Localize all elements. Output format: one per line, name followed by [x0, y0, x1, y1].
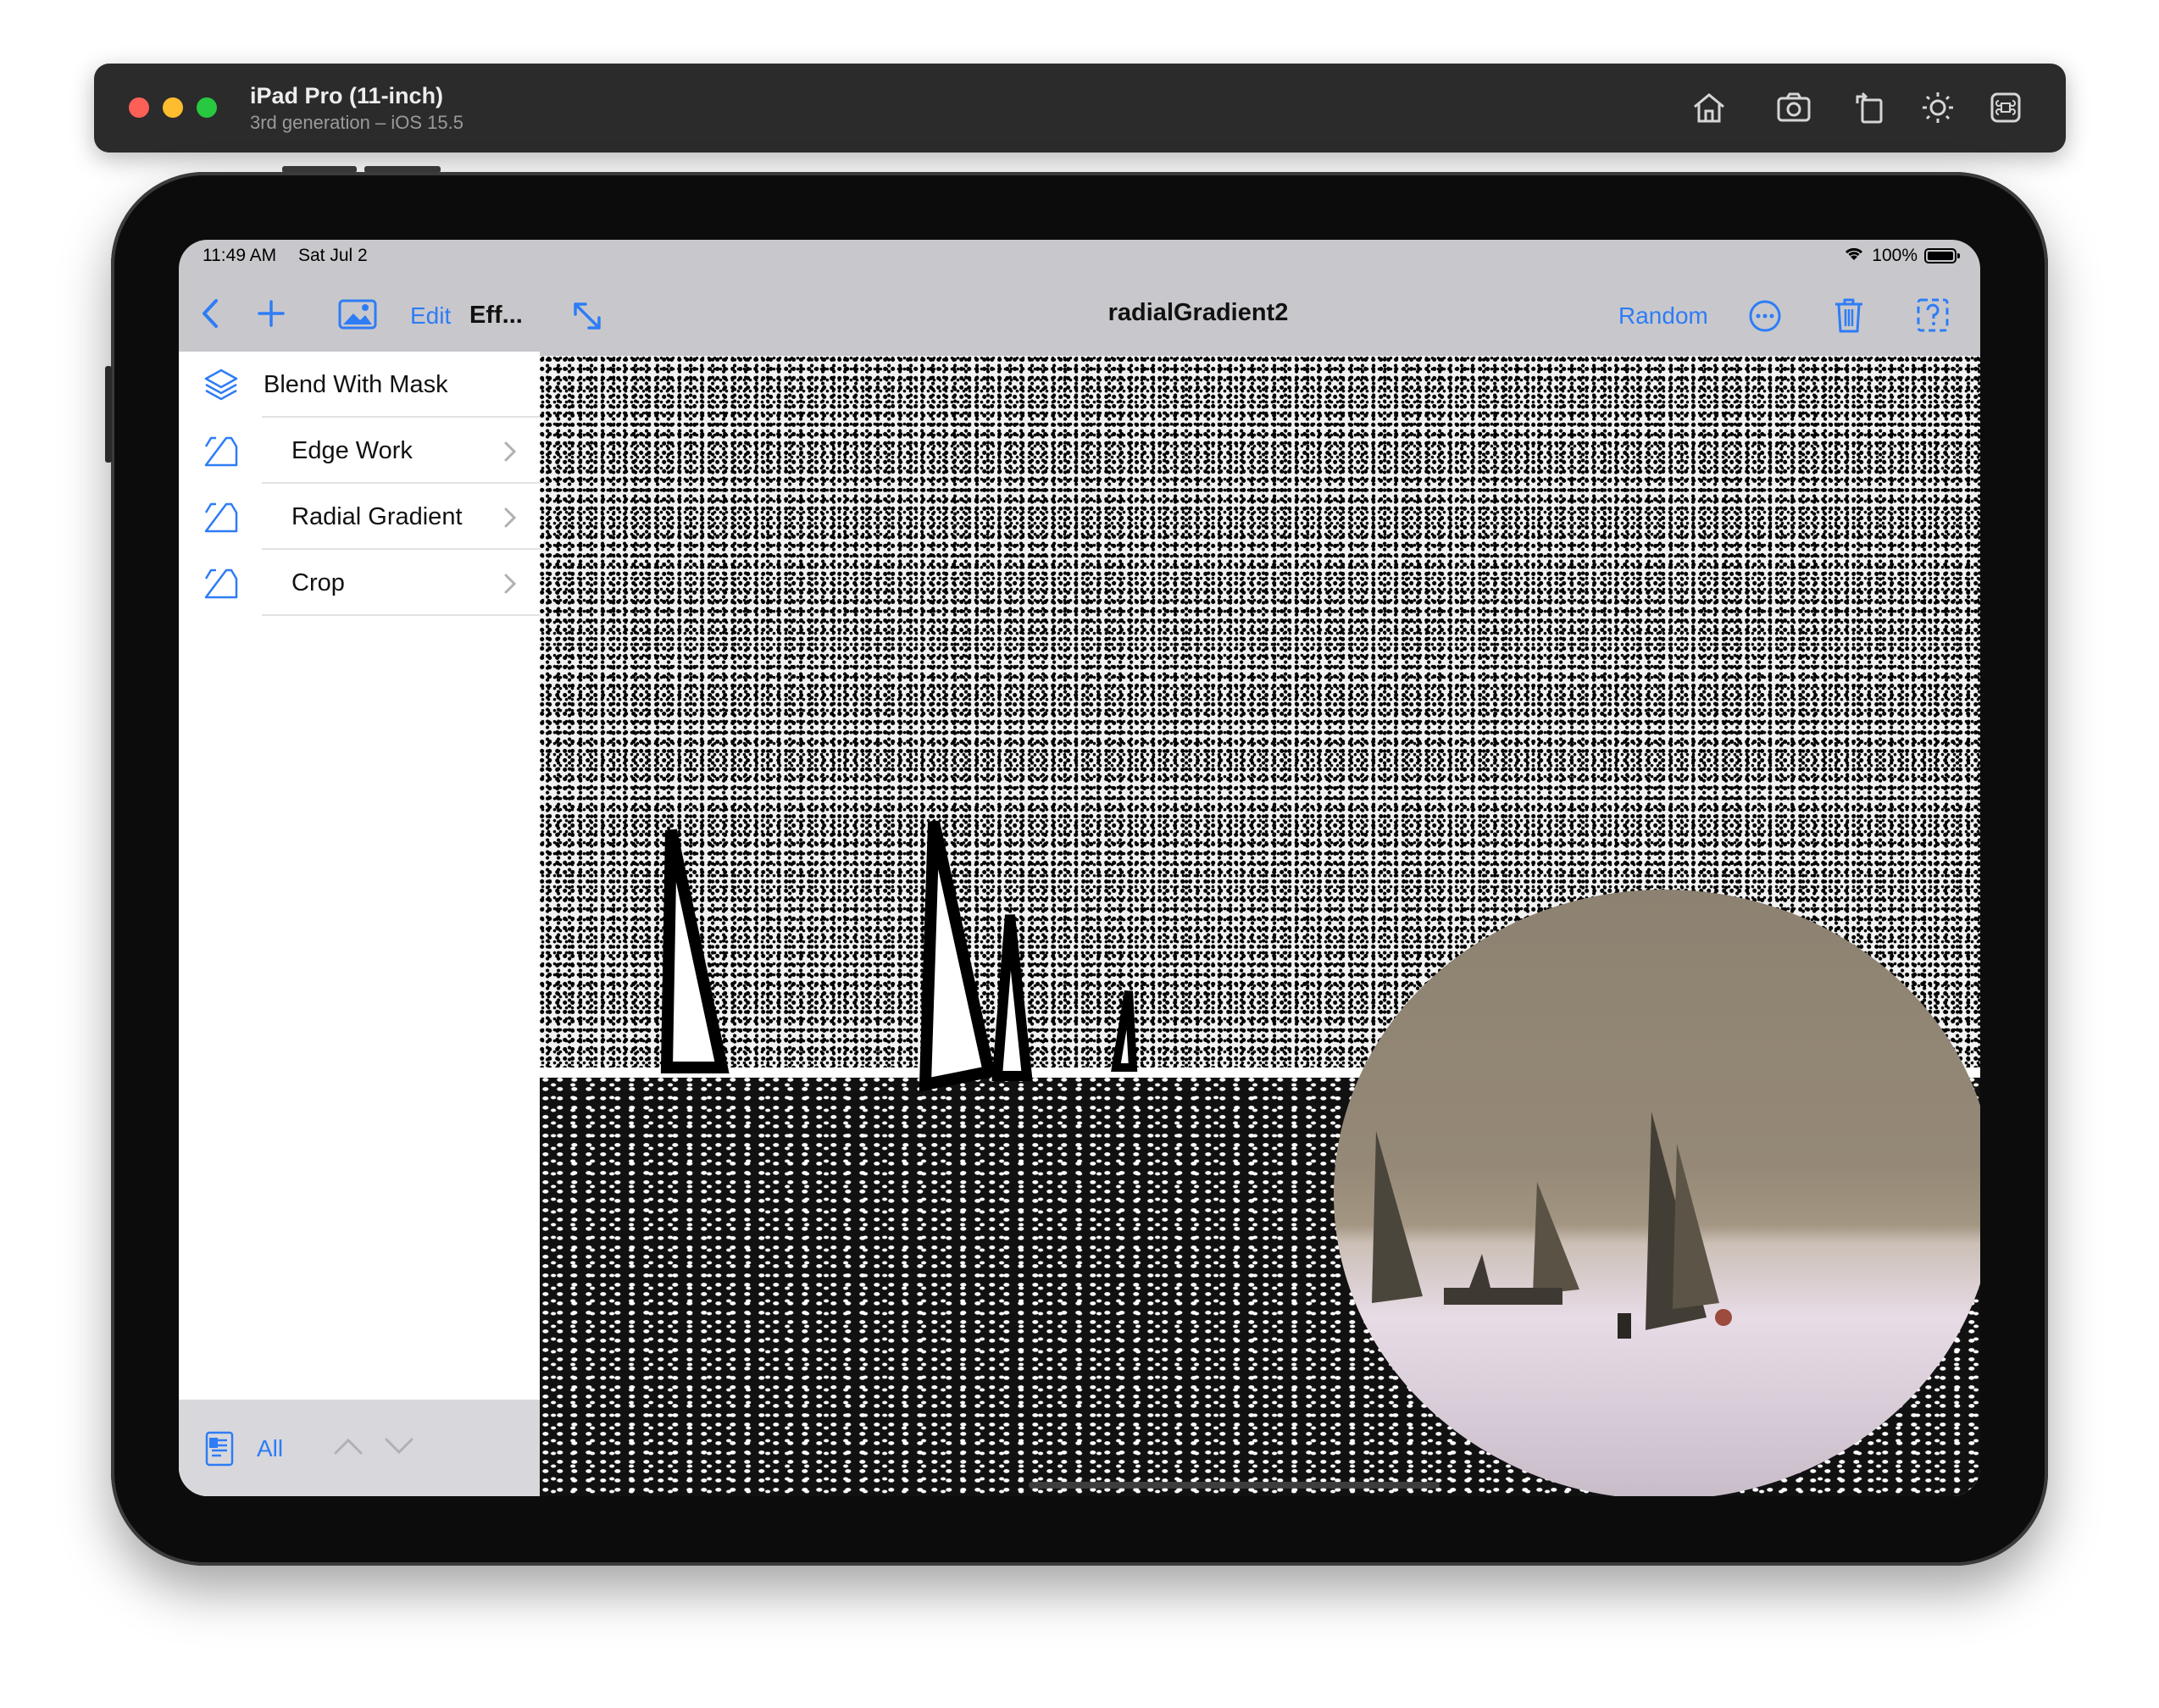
- battery-percentage: 100%: [1872, 246, 1918, 265]
- list-item-crop[interactable]: Crop: [179, 550, 540, 616]
- add-button[interactable]: [257, 299, 286, 328]
- list-item-label: Crop: [291, 569, 345, 596]
- list-item-edge-work[interactable]: Edge Work: [179, 418, 540, 484]
- list-item-radial-gradient[interactable]: Radial Gradient: [179, 484, 540, 550]
- filter-all-button[interactable]: All: [257, 1435, 283, 1462]
- close-window-button[interactable]: [129, 97, 149, 118]
- edit-button[interactable]: Edit: [410, 302, 451, 330]
- simulator-device-subtitle: 3rd generation – iOS 15.5: [250, 112, 463, 133]
- document-title: radialGradient2: [1107, 299, 1289, 326]
- photo-picker-button[interactable]: [338, 299, 377, 330]
- status-bar: 11:49 AM Sat Jul 2 100%: [179, 240, 1980, 277]
- rotate-icon[interactable]: [1851, 88, 1890, 127]
- list-item-label: Edge Work: [291, 437, 413, 464]
- input-tray-icon: [203, 565, 240, 602]
- back-button[interactable]: [199, 297, 221, 330]
- list-item-blend-with-mask[interactable]: Blend With Mask: [179, 352, 540, 418]
- document-icon[interactable]: [204, 1430, 235, 1472]
- more-options-icon[interactable]: [1748, 299, 1782, 333]
- status-right: 100%: [1843, 245, 1960, 267]
- separator: [262, 614, 540, 616]
- list-item-label: Radial Gradient: [291, 503, 463, 530]
- zoom-window-button[interactable]: [197, 97, 217, 118]
- chevron-down-icon[interactable]: [384, 1437, 414, 1460]
- input-tray-icon: [203, 433, 240, 470]
- wifi-icon: [1843, 245, 1865, 267]
- chevron-right-icon: [502, 506, 518, 530]
- filtered-image-canvas[interactable]: [540, 356, 1980, 1496]
- chevron-right-icon: [502, 440, 518, 463]
- effects-title[interactable]: Eff...: [469, 302, 523, 330]
- command-icon[interactable]: [1986, 88, 2025, 127]
- chevron-up-icon[interactable]: [333, 1437, 364, 1460]
- chevron-right-icon: [502, 572, 518, 596]
- random-button[interactable]: Random: [1618, 302, 1708, 330]
- list-item-label: Blend With Mask: [264, 371, 448, 398]
- help-icon[interactable]: [1916, 297, 1950, 333]
- simulator-device-name: iPad Pro (11-inch): [250, 83, 444, 108]
- input-tray-icon: [203, 499, 240, 536]
- status-time: 11:49 AM: [203, 246, 277, 265]
- status-date: Sat Jul 2: [298, 246, 368, 265]
- filter-sidebar: Blend With Mask Edge Work Radial Gradien…: [179, 352, 540, 1496]
- home-indicator[interactable]: [1029, 1482, 1440, 1489]
- minimize-window-button[interactable]: [163, 97, 183, 118]
- device-side-button: [105, 366, 112, 463]
- trash-icon[interactable]: [1833, 297, 1865, 334]
- fullscreen-toggle-icon[interactable]: [570, 299, 604, 333]
- ipad-screen: 11:49 AM Sat Jul 2 100% Edit Eff... Rand…: [179, 240, 1980, 1496]
- home-icon[interactable]: [1690, 88, 1729, 127]
- radial-gradient-mask-reveal: [1334, 890, 1980, 1496]
- battery-icon: [1924, 248, 1960, 263]
- layers-icon: [203, 367, 240, 404]
- sidebar-toolbar: All: [179, 1400, 540, 1496]
- brightness-icon[interactable]: [1918, 88, 1957, 127]
- navigation-bar: Edit Eff... Random: [179, 277, 1980, 352]
- screenshot-icon[interactable]: [1774, 88, 1813, 127]
